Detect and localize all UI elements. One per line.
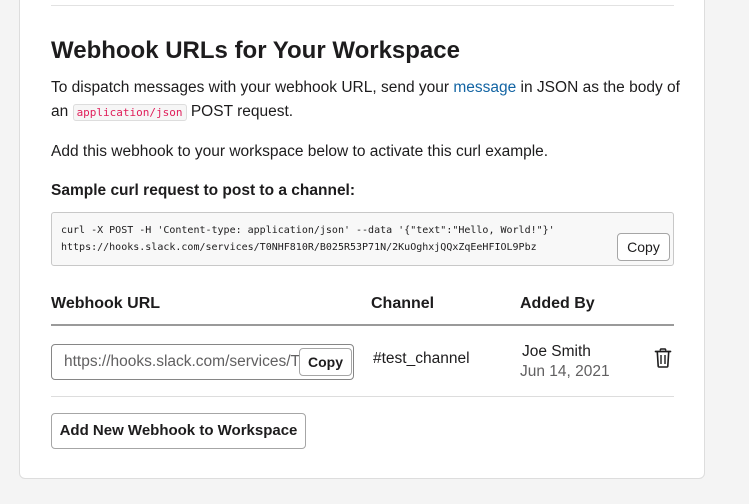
column-header-webhook-url: Webhook URL [51, 295, 161, 312]
trash-icon-graphic [654, 348, 672, 368]
table-header-divider [51, 324, 674, 326]
top-divider [51, 5, 674, 6]
trash-icon[interactable] [654, 348, 672, 368]
intro-text: To dispatch messages with your webhook U… [51, 76, 681, 125]
content-type-code: application/json [72, 104, 187, 121]
webhook-channel: #test_channel [373, 350, 470, 367]
webhook-url-input[interactable] [52, 345, 299, 379]
intro-text-start: To dispatch messages with your webhook U… [51, 79, 454, 96]
added-by-name: Joe Smith [522, 343, 591, 360]
added-date: Jun 14, 2021 [520, 363, 610, 380]
copy-webhook-url-button[interactable]: Copy [299, 348, 352, 376]
column-header-added-by: Added By [520, 295, 595, 312]
sample-curl-code: curl -X POST -H 'Content-type: applicati… [51, 212, 674, 266]
intro-text-end: POST request. [186, 103, 294, 120]
copy-curl-button[interactable]: Copy [617, 233, 670, 261]
section-title: Webhook URLs for Your Workspace [51, 37, 460, 64]
column-header-channel: Channel [371, 295, 435, 312]
add-webhook-description: Add this webhook to your workspace below… [51, 143, 549, 160]
curl-line-2: https://hooks.slack.com/services/T0NHF81… [61, 242, 537, 253]
curl-line-1: curl -X POST -H 'Content-type: applicati… [61, 225, 555, 236]
table-row-divider [51, 396, 674, 397]
sample-curl-label: Sample curl request to post to a channel… [51, 182, 356, 199]
add-new-webhook-button[interactable]: Add New Webhook to Workspace [51, 413, 306, 449]
message-link[interactable]: message [453, 79, 516, 96]
